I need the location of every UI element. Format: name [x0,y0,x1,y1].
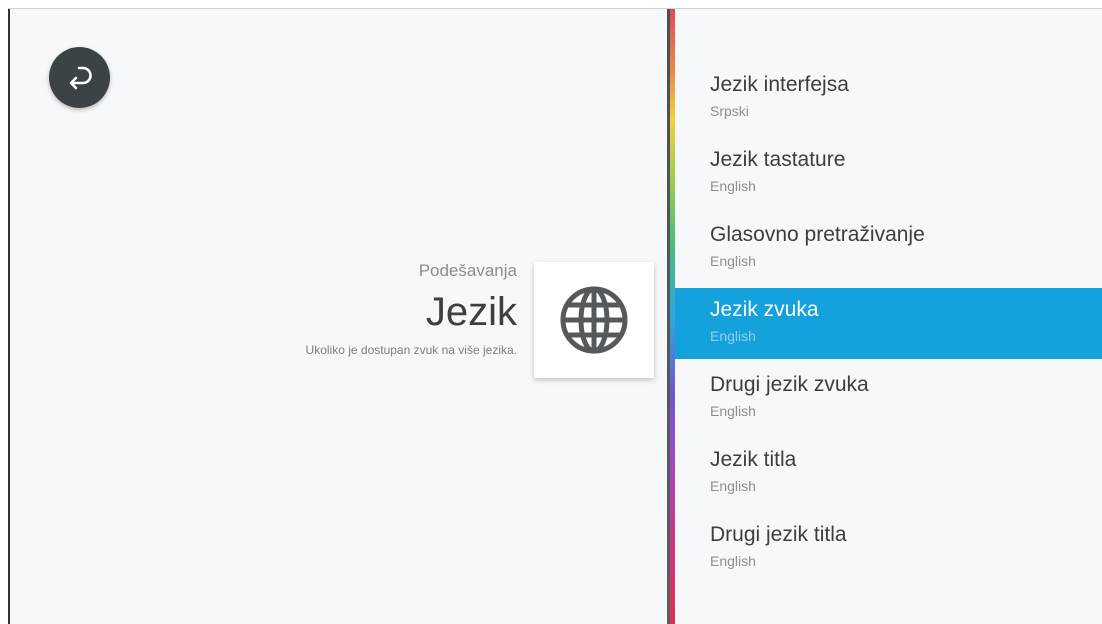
menu-item-second-subtitle-language[interactable]: Drugi jezik titla English [675,522,1102,586]
menu-item-interface-language[interactable]: Jezik interfejsa Srpski [675,72,1102,136]
menu-item-label: Drugi jezik zvuka [710,373,869,396]
menu-item-value: English [710,253,756,269]
menu-item-value: English [710,178,756,194]
frame-edge-left [0,0,8,624]
category-info: Podešavanja Jezik Ukoliko je dostupan zv… [306,260,517,357]
back-arrow-icon [69,66,92,90]
menu-item-label: Glasovno pretraživanje [710,223,925,246]
menu-item-label: Jezik interfejsa [710,73,849,96]
globe-icon [560,286,628,354]
menu-item-value: English [710,403,756,419]
language-settings-list: Jezik interfejsa Srpski Jezik tastature … [675,9,1102,624]
menu-item-label: Drugi jezik titla [710,523,847,546]
menu-item-label: Jezik titla [710,448,797,471]
breadcrumb: Podešavanja [418,261,517,280]
menu-item-label: Jezik zvuka [710,298,819,321]
category-icon-card [534,262,654,378]
menu-item-voice-search[interactable]: Glasovno pretraživanje English [675,222,1102,286]
menu-item-audio-language[interactable]: Jezik zvuka English [675,288,1102,359]
page-description: Ukoliko je dostupan zvuk na više jezika. [305,343,517,357]
menu-item-label: Jezik tastature [710,148,846,171]
back-button[interactable] [49,47,110,108]
menu-item-value: English [710,328,756,344]
frame-left-border [8,9,10,624]
settings-screen: Podešavanja Jezik Ukoliko je dostupan zv… [0,0,1102,624]
menu-item-keyboard-language[interactable]: Jezik tastature English [675,147,1102,211]
menu-item-subtitle-language[interactable]: Jezik titla English [675,447,1102,511]
page-title: Jezik [425,290,517,334]
menu-item-value: English [710,553,756,569]
menu-item-second-audio-language[interactable]: Drugi jezik zvuka English [675,372,1102,436]
menu-item-value: English [710,478,756,494]
menu-item-value: Srpski [710,103,749,119]
